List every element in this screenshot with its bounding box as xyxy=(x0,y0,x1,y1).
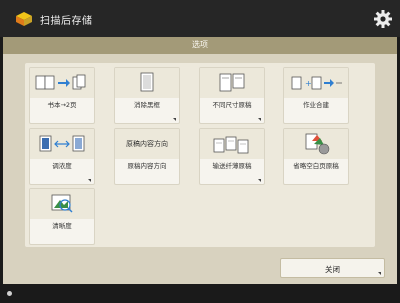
status-bar xyxy=(0,284,400,303)
corner-arrow-icon xyxy=(258,179,261,182)
option-label: 清晰度 xyxy=(52,222,72,230)
title-bar: 扫描后存储 xyxy=(0,0,400,37)
options-title: 选项 xyxy=(192,40,208,49)
option-label: 书本→2页 xyxy=(47,101,77,109)
corner-arrow-icon xyxy=(378,272,381,275)
option-skip-blank-originals[interactable]: 省略空白页原稿 xyxy=(283,128,349,185)
corner-arrow-icon xyxy=(173,118,176,121)
option-label: 消除黑框 xyxy=(134,101,160,109)
app-title: 扫描后存储 xyxy=(40,16,93,27)
option-erase-frame[interactable]: 消除黑框 xyxy=(114,67,180,124)
option-label: 输送纤薄原稿 xyxy=(212,162,252,170)
svg-text:+: + xyxy=(305,79,312,88)
sharpness-icon xyxy=(30,189,94,219)
status-indicator-icon xyxy=(7,291,12,296)
option-label: 调浓度 xyxy=(52,162,72,170)
thin-originals-icon xyxy=(200,129,264,159)
orientation-text-icon: 原稿内容方向 xyxy=(115,129,179,159)
options-header: 选项 xyxy=(3,37,397,54)
book-to-two-pages-icon xyxy=(30,68,94,98)
corner-arrow-icon xyxy=(88,179,91,182)
option-label: 原稿内容方向 xyxy=(127,162,167,170)
erase-frame-icon xyxy=(115,68,179,98)
option-label: 作业合建 xyxy=(303,101,329,109)
option-original-content-orientation[interactable]: 原稿内容方向 原稿内容方向 xyxy=(114,128,180,185)
job-build-icon: + xyxy=(284,68,348,98)
option-different-size-originals[interactable]: 不同尺寸原稿 xyxy=(199,67,265,124)
option-sharpness[interactable]: 清晰度 xyxy=(29,188,95,245)
option-thin-originals[interactable]: 输送纤薄原稿 xyxy=(199,128,265,185)
folder-scan-icon xyxy=(16,12,32,26)
different-size-originals-icon xyxy=(200,68,264,98)
options-grid: 书本→2页 消除黑框 不同尺寸原稿 + 作业合建 调浓度 原稿内容方向 原稿内容… xyxy=(25,63,375,247)
options-panel: 选项 书本→2页 消除黑框 不同尺寸原稿 + 作业合建 调浓度 原稿内容方向 原… xyxy=(3,37,397,284)
skip-blank-originals-icon xyxy=(284,129,348,159)
close-label: 关闭 xyxy=(325,265,340,274)
close-button[interactable]: 关闭 xyxy=(280,258,385,278)
option-density[interactable]: 调浓度 xyxy=(29,128,95,185)
corner-arrow-icon xyxy=(258,118,261,121)
density-icon xyxy=(30,129,94,159)
option-label: 省略空白页原稿 xyxy=(293,162,339,170)
option-label: 不同尺寸原稿 xyxy=(212,101,252,109)
option-job-build[interactable]: + 作业合建 xyxy=(283,67,349,124)
settings-gear-icon[interactable] xyxy=(372,8,394,30)
option-book-to-2-pages[interactable]: 书本→2页 xyxy=(29,67,95,124)
